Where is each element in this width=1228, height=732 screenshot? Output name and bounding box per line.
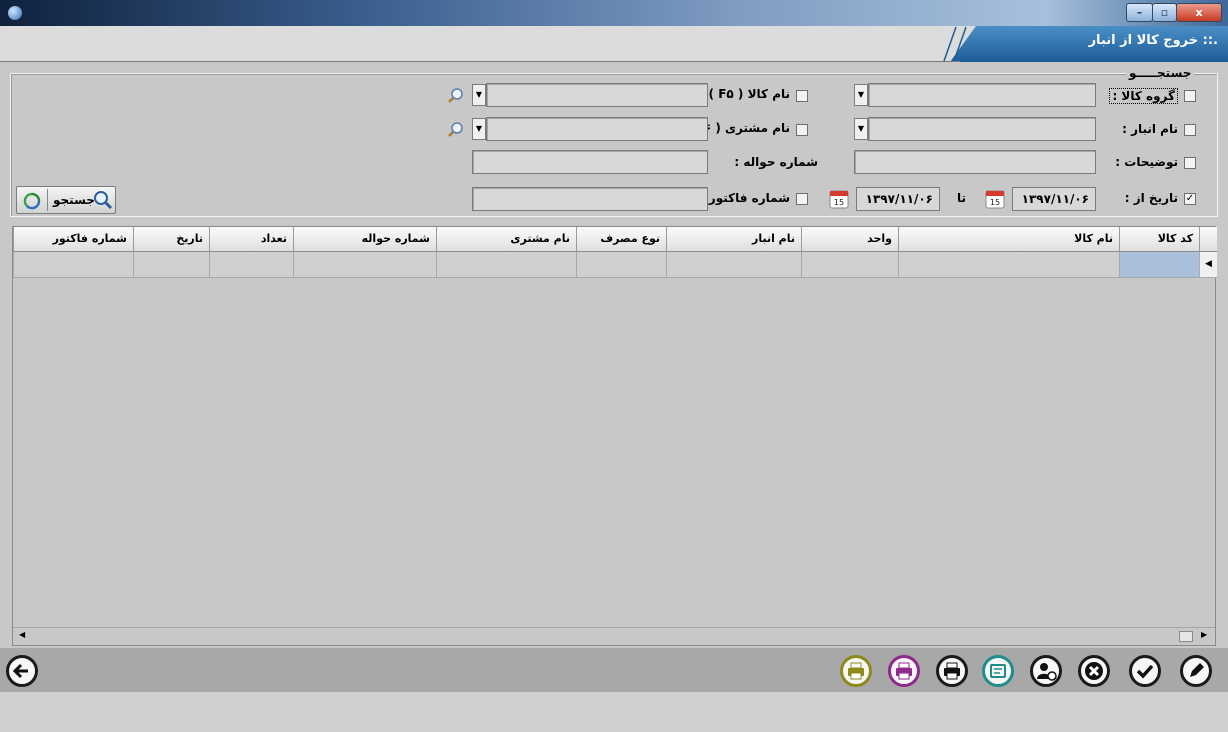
transfer-number-label: شماره حواله : (734, 155, 818, 169)
date-from-label: تاریخ از : (1124, 191, 1178, 205)
horizontal-scrollbar[interactable]: ◀ ▶ (13, 627, 1215, 645)
column-header[interactable]: نام کالا (898, 227, 1119, 252)
header-slash-decoration (943, 26, 967, 62)
date-to-input[interactable]: ۱۳۹۷/۱۱/۰۶ (856, 187, 940, 211)
column-header[interactable]: واحد (801, 227, 898, 252)
back-arrow-icon[interactable] (6, 655, 38, 687)
print-olive-icon[interactable] (840, 655, 872, 687)
window-titlebar (0, 0, 1228, 26)
row-indicator-arrow[interactable]: ◀ (1199, 252, 1217, 278)
scroll-left-arrow[interactable]: ◀ (19, 630, 25, 639)
product-checkbox[interactable] (796, 90, 808, 102)
grid-cell[interactable] (133, 252, 209, 278)
row-indicator-header (1199, 227, 1217, 252)
search-icon (94, 191, 113, 210)
column-header[interactable]: نوع مصرف (576, 227, 666, 252)
report-icon[interactable] (982, 655, 1014, 687)
customer-select[interactable] (486, 117, 708, 141)
warehouse-dropdown-button[interactable]: ▼ (854, 118, 868, 140)
grid-cell[interactable] (293, 252, 436, 278)
invoice-number-input[interactable] (472, 187, 708, 211)
product-dropdown-button[interactable]: ▼ (472, 84, 486, 106)
search-button-divider (47, 189, 48, 211)
description-label: توضیحات : (1115, 155, 1178, 169)
customer-lookup-icon[interactable] (448, 121, 464, 137)
results-grid: کد کالا نام کالا واحد نام انبار نوع مصرف… (12, 226, 1217, 646)
product-label: نام کالا ( F۵ ) (708, 87, 790, 101)
transfer-number-input[interactable] (472, 150, 708, 174)
invoice-checkbox[interactable] (796, 193, 808, 205)
user-clock-icon[interactable] (1030, 655, 1062, 687)
grid-header: کد کالا نام کالا واحد نام انبار نوع مصرف… (13, 227, 1217, 252)
group-checkbox[interactable] (1184, 90, 1196, 102)
close-button[interactable]: x (1176, 3, 1222, 22)
customer-dropdown-button[interactable]: ▼ (472, 118, 486, 140)
search-button-label: جستجو (53, 193, 95, 207)
maximize-button[interactable]: ▫ (1152, 3, 1177, 22)
svg-text:15: 15 (834, 198, 844, 207)
refresh-icon (23, 192, 41, 210)
date-from-calendar-icon[interactable]: 15 (984, 188, 1006, 210)
search-button[interactable]: جستجو (16, 186, 116, 214)
confirm-icon[interactable] (1129, 655, 1161, 687)
page-title: .:: خروج کالا از انبار (1088, 33, 1218, 48)
search-legend: جستجـــــو (1126, 66, 1195, 80)
column-header[interactable]: نام انبار (666, 227, 801, 252)
column-header[interactable]: شماره حواله (293, 227, 436, 252)
group-select[interactable] (868, 83, 1096, 107)
edit-icon[interactable] (1180, 655, 1212, 687)
date-to-calendar-icon[interactable]: 15 (828, 188, 850, 210)
description-checkbox[interactable] (1184, 157, 1196, 169)
date-range-checkbox[interactable]: ✓ (1184, 193, 1196, 205)
header-divider (0, 61, 960, 62)
grid-cell[interactable] (13, 252, 133, 278)
column-header[interactable]: کد کالا (1119, 227, 1199, 252)
date-to-label: تا (956, 191, 966, 205)
grid-cell[interactable] (801, 252, 898, 278)
svg-text:15: 15 (990, 198, 1000, 207)
grid-cell[interactable] (898, 252, 1119, 278)
app-icon (8, 6, 22, 20)
invoice-number-label: شماره فاکتور : (699, 191, 790, 205)
product-lookup-icon[interactable] (448, 87, 464, 103)
grid-cell-selected[interactable] (1119, 252, 1199, 278)
customer-checkbox[interactable] (796, 124, 808, 136)
column-header[interactable]: شماره فاکتور (13, 227, 133, 252)
description-input[interactable] (854, 150, 1096, 174)
scroll-thumb[interactable] (1179, 631, 1193, 642)
column-header[interactable]: تعداد (209, 227, 293, 252)
warehouse-label: نام انبار : (1122, 122, 1178, 136)
minimize-button[interactable]: – (1126, 3, 1153, 22)
grid-cell[interactable] (666, 252, 801, 278)
column-header[interactable]: نام مشتری (436, 227, 576, 252)
date-from-input[interactable]: ۱۳۹۷/۱۱/۰۶ (1012, 187, 1096, 211)
grid-cell[interactable] (576, 252, 666, 278)
product-select[interactable] (486, 83, 708, 107)
warehouse-checkbox[interactable] (1184, 124, 1196, 136)
scroll-right-arrow[interactable]: ▶ (1201, 630, 1207, 639)
grid-cell[interactable] (209, 252, 293, 278)
status-bar (0, 692, 1228, 732)
column-header[interactable]: تاریخ (133, 227, 209, 252)
group-dropdown-button[interactable]: ▼ (854, 84, 868, 106)
delete-icon[interactable] (1078, 655, 1110, 687)
warehouse-select[interactable] (868, 117, 1096, 141)
group-label: گروه کالا : (1109, 88, 1178, 104)
grid-cell[interactable] (436, 252, 576, 278)
print-icon[interactable] (936, 655, 968, 687)
print-purple-icon[interactable] (888, 655, 920, 687)
